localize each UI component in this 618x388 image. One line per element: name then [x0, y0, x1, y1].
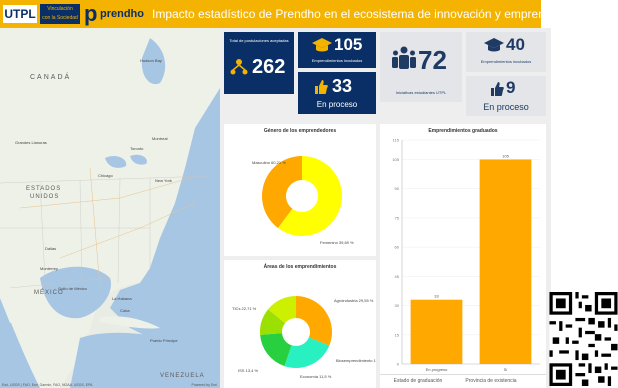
map-label-puerto-principe: Puerto Príncipe [150, 338, 178, 343]
map-label-dallas: Dallas [45, 246, 57, 251]
map-label-golfo: Golfo de México [58, 286, 87, 291]
bar-ytick-label: 90 [395, 186, 400, 191]
chart-areas-svg: Agroindustria 29,55 % TICs 22,71 % Biosemp… [232, 296, 376, 379]
map-label-hudson: Hudson Bay [140, 58, 162, 63]
map-label-grandes-llanuras: Grandes Llanuras [15, 140, 47, 145]
group-icon [392, 46, 416, 69]
graduation-cap-icon [312, 38, 332, 52]
bar-category-label: Sí [504, 367, 509, 372]
areas-label-5: ISS 13,4 % [238, 368, 258, 373]
vinculacion-line2: con la Sociedad [42, 15, 78, 21]
map-label-monterrey: Monterrey [40, 266, 59, 271]
tab-estado-graduacion[interactable]: Estado de graduación [388, 378, 448, 384]
genero-label-2: Femenino 39,69 % [320, 240, 354, 245]
bar-2[interactable] [479, 159, 532, 364]
kpi-en-proceso-ini-label: En proceso [483, 102, 529, 112]
bar-ytick-label: 15 [395, 332, 400, 337]
bar-ytick-label: 45 [395, 274, 400, 279]
kpi-emprendimientos-incubados: 105 Emprendimientos incubados [298, 32, 376, 68]
chart-areas[interactable]: Áreas de los emprendimientos Agroindustr… [224, 260, 376, 388]
areas-label-3: Biosemprendimiento 17,54 % [336, 358, 376, 363]
chart-genero[interactable]: Género de los emprendedores Masculino 60… [224, 124, 376, 256]
kpi-emprendimientos-label: Emprendimientos incubados [311, 58, 363, 63]
kpi-iniciativas-value: 72 [418, 45, 447, 75]
kpi-iniciativas-label: Iniciativas estudiantes UTPL [395, 90, 447, 95]
map-label-canada: CANADÁ [30, 74, 72, 81]
kpi-total-value: 262 [252, 56, 286, 78]
map-view[interactable]: CANADÁ ESTADOS UNIDOS MÉXICO Cuba VENEZU… [0, 28, 220, 388]
map-label-new-york: New York [155, 178, 172, 183]
bar-ytick-label: 75 [395, 215, 400, 220]
map-powered-by[interactable]: Powered by Esri [192, 383, 217, 387]
kpi-en-proceso-value: 33 [332, 76, 353, 96]
map-label-toronto: Toronto [130, 146, 144, 151]
bar-value-label: 105 [502, 153, 509, 158]
kpi-emprendimientos-incubados-2: 40 Emprendimientos incubados [466, 32, 546, 72]
bar-category-label: En progreso [426, 367, 449, 372]
map-label-cuba: Cuba [120, 308, 130, 313]
areas-label-4: Economía 11,5 % [300, 374, 332, 379]
kpi-en-proceso-ini-value: 9 [506, 78, 516, 97]
bar-ytick-label: 0 [397, 362, 400, 367]
chart-genero-svg: Masculino 60,21 % Femenino 39,69 % [252, 156, 354, 245]
map-label-venezuela: VENEZUELA [160, 373, 205, 379]
bar-ytick-label: 115 [393, 138, 400, 143]
map-label-unidos: UNIDOS [30, 194, 60, 200]
kpi-iniciativas-utpl: 72 Iniciativas estudiantes UTPL [380, 32, 462, 102]
kpi-emprendimientos-value: 105 [334, 35, 363, 54]
thumbs-up-icon [491, 82, 504, 96]
graduation-cap-icon [484, 38, 504, 52]
qr-code-image [549, 292, 618, 386]
prendho-logo-word: prendho [100, 8, 144, 20]
vinculacion-line1: Vinculación [47, 6, 73, 12]
map-label-estados: ESTADOS [26, 186, 62, 192]
bar-ytick-label: 105 [392, 157, 399, 162]
utpl-logo: UTPL [3, 5, 37, 23]
map-attribution: Esri, USGS | FAO, Esri, Garmin, FAO, NOA… [2, 383, 93, 387]
bar-ytick-label: 60 [395, 245, 400, 250]
bar-1[interactable] [410, 299, 463, 364]
chart-graduados-tabs: Estado de graduación Provincia de existe… [380, 374, 546, 388]
areas-label-1: Agroindustria 29,55 % [334, 298, 374, 303]
kpi-incubados2-value: 40 [506, 35, 525, 54]
chart-graduados-svg: 115 105 90 75 60 45 30 15 0 33 En progreso 105 Sí [392, 138, 540, 372]
map-label-la-habana: La Habana [112, 296, 132, 301]
genero-label-1: Masculino 60,21 % [252, 160, 286, 165]
kpi-en-proceso-iniciativas: 9 En proceso [466, 76, 546, 116]
page-title: Impacto estadístico de Prendho en el eco… [152, 7, 591, 21]
kpi-incubados2-label: Emprendimientos incubados [480, 59, 532, 64]
map-label-chicago: Chicago [98, 173, 113, 178]
kpi-en-proceso-label: En proceso [316, 100, 358, 109]
thumbs-up-icon [315, 80, 328, 94]
areas-slice-1[interactable] [296, 296, 332, 346]
dashboard-panel: Total de postulaciones aceptadas 262 105… [220, 28, 551, 388]
prendho-logo-mark: p [84, 1, 98, 26]
tab-provincia-existencia[interactable]: Provincia de existencia [456, 378, 526, 384]
bar-value-label: 33 [434, 294, 439, 299]
kpi-total-label: Total de postulaciones aceptadas [229, 38, 289, 43]
map-label-montreal: Montreal [152, 136, 168, 141]
people-network-icon [230, 59, 248, 75]
vinculacion-logo: Vinculación con la Sociedad [40, 4, 80, 24]
bar-ytick-label: 30 [395, 303, 400, 308]
areas-label-2: TICs 22,71 % [232, 306, 257, 311]
chart-graduados[interactable]: Emprendimientos graduados 115 105 90 75 60 45… [380, 124, 546, 388]
map-canvas [0, 28, 220, 388]
header-bar: UTPL Vinculación con la Sociedad p prend… [0, 0, 590, 28]
kpi-en-proceso-emprendimientos: 33 En proceso [298, 72, 376, 114]
kpi-total-postulaciones: Total de postulaciones aceptadas 262 [224, 32, 294, 94]
